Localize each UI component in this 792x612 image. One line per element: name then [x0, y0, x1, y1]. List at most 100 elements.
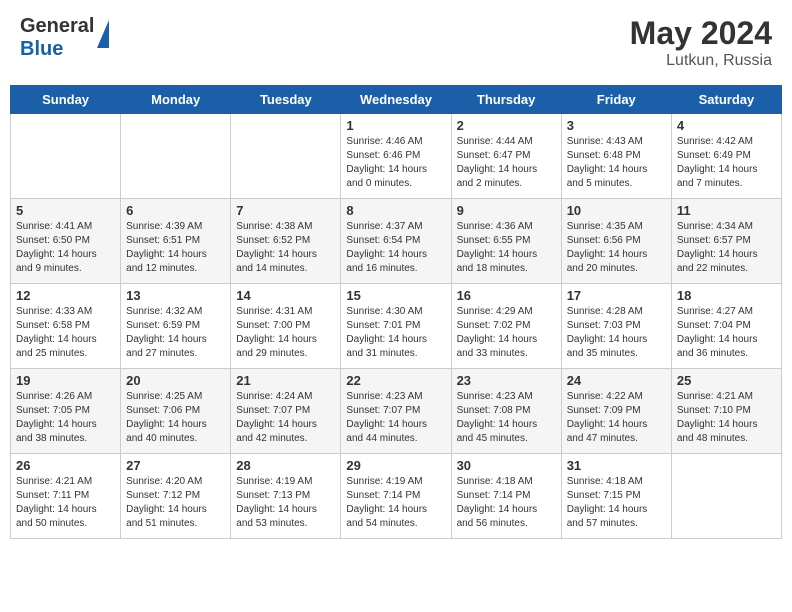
calendar-cell: 2Sunrise: 4:44 AM Sunset: 6:47 PM Daylig…: [451, 114, 561, 199]
day-info: Sunrise: 4:18 AM Sunset: 7:14 PM Dayligh…: [457, 475, 556, 531]
calendar-cell: 13Sunrise: 4:32 AM Sunset: 6:59 PM Dayli…: [121, 284, 231, 369]
calendar-cell: 9 Sunrise: 4:36 AM Sunset: 6:55 PM Daylig…: [451, 199, 561, 284]
calendar-cell: 15 Sunrise: 4:30 AM Sunset: 7:01 PM Dayli…: [341, 284, 451, 369]
day-info: Sunrise: 4:22 AM Sunset: 7:09 PM Dayligh…: [567, 390, 666, 446]
calendar-cell: [11, 114, 121, 199]
day-info: Sunrise: 4:43 AM Sunset: 6:48 PM Dayligh…: [567, 135, 666, 191]
logo-general: General: [20, 15, 94, 37]
calendar-cell: 25 Sunrise: 4:21 AM Sunset: 7:10 PM Dayli…: [671, 369, 781, 454]
logo: General Blue: [20, 15, 109, 61]
day-info: Sunrise: 4:23 AM Sunset: 7:08 PM Dayligh…: [457, 390, 556, 446]
day-number: 7: [236, 203, 335, 218]
day-number: 8: [346, 203, 445, 218]
day-info: Sunrise: 4:34 AM Sunset: 6:57 PM Dayligh…: [677, 220, 776, 276]
calendar-cell: 31 Sunrise: 4:18 AM Sunset: 7:15 PM Dayli…: [561, 454, 671, 539]
day-number: 17: [567, 288, 666, 303]
header-day: Sunday: [11, 86, 121, 114]
day-number: 18: [677, 288, 776, 303]
day-number: 1: [346, 118, 445, 133]
day-number: 16: [457, 288, 556, 303]
calendar-cell: 19 Sunrise: 4:26 AM Sunset: 7:05 PM Dayli…: [11, 369, 121, 454]
day-info: Sunrise: 4:26 AM Sunset: 7:05 PM Dayligh…: [16, 390, 115, 446]
calendar-cell: 16 Sunrise: 4:29 AM Sunset: 7:02 PM Dayli…: [451, 284, 561, 369]
day-number: 23: [457, 373, 556, 388]
page-header: General Blue May 2024 Lutkun, Russia: [10, 10, 782, 75]
week-row: 12Sunrise: 4:33 AM Sunset: 6:58 PM Dayli…: [11, 284, 782, 369]
day-number: 10: [567, 203, 666, 218]
day-number: 11: [677, 203, 776, 218]
day-number: 15: [346, 288, 445, 303]
day-info: Sunrise: 4:25 AM Sunset: 7:06 PM Dayligh…: [126, 390, 225, 446]
day-number: 20: [126, 373, 225, 388]
calendar-cell: 30 Sunrise: 4:18 AM Sunset: 7:14 PM Dayli…: [451, 454, 561, 539]
day-info: Sunrise: 4:42 AM Sunset: 6:49 PM Dayligh…: [677, 135, 776, 191]
calendar-cell: 28 Sunrise: 4:19 AM Sunset: 7:13 PM Dayli…: [231, 454, 341, 539]
header-day: Thursday: [451, 86, 561, 114]
calendar-cell: 22 Sunrise: 4:23 AM Sunset: 7:07 PM Dayli…: [341, 369, 451, 454]
calendar-cell: 24 Sunrise: 4:22 AM Sunset: 7:09 PM Dayli…: [561, 369, 671, 454]
day-number: 6: [126, 203, 225, 218]
day-info: Sunrise: 4:27 AM Sunset: 7:04 PM Dayligh…: [677, 305, 776, 361]
day-number: 4: [677, 118, 776, 133]
day-number: 13: [126, 288, 225, 303]
week-row: 1Sunrise: 4:46 AM Sunset: 6:46 PM Daylig…: [11, 114, 782, 199]
day-info: Sunrise: 4:19 AM Sunset: 7:13 PM Dayligh…: [236, 475, 335, 531]
calendar-cell: [121, 114, 231, 199]
month-year: May 2024: [630, 15, 772, 52]
day-info: Sunrise: 4:41 AM Sunset: 6:50 PM Dayligh…: [16, 220, 115, 276]
day-number: 5: [16, 203, 115, 218]
week-row: 5 Sunrise: 4:41 AM Sunset: 6:50 PM Daylig…: [11, 199, 782, 284]
calendar-cell: 26 Sunrise: 4:21 AM Sunset: 7:11 PM Dayli…: [11, 454, 121, 539]
day-number: 26: [16, 458, 115, 473]
header-day: Friday: [561, 86, 671, 114]
day-info: Sunrise: 4:31 AM Sunset: 7:00 PM Dayligh…: [236, 305, 335, 361]
day-info: Sunrise: 4:36 AM Sunset: 6:55 PM Dayligh…: [457, 220, 556, 276]
day-info: Sunrise: 4:30 AM Sunset: 7:01 PM Dayligh…: [346, 305, 445, 361]
location: Lutkun, Russia: [630, 52, 772, 70]
calendar-cell: 12Sunrise: 4:33 AM Sunset: 6:58 PM Dayli…: [11, 284, 121, 369]
calendar-cell: 29Sunrise: 4:19 AM Sunset: 7:14 PM Dayli…: [341, 454, 451, 539]
calendar-cell: 5 Sunrise: 4:41 AM Sunset: 6:50 PM Daylig…: [11, 199, 121, 284]
day-info: Sunrise: 4:38 AM Sunset: 6:52 PM Dayligh…: [236, 220, 335, 276]
day-info: Sunrise: 4:35 AM Sunset: 6:56 PM Dayligh…: [567, 220, 666, 276]
day-number: 2: [457, 118, 556, 133]
day-number: 14: [236, 288, 335, 303]
day-info: Sunrise: 4:18 AM Sunset: 7:15 PM Dayligh…: [567, 475, 666, 531]
day-number: 28: [236, 458, 335, 473]
calendar-cell: 17Sunrise: 4:28 AM Sunset: 7:03 PM Dayli…: [561, 284, 671, 369]
day-number: 21: [236, 373, 335, 388]
header-day: Tuesday: [231, 86, 341, 114]
day-info: Sunrise: 4:39 AM Sunset: 6:51 PM Dayligh…: [126, 220, 225, 276]
day-number: 27: [126, 458, 225, 473]
day-info: Sunrise: 4:33 AM Sunset: 6:58 PM Dayligh…: [16, 305, 115, 361]
day-number: 19: [16, 373, 115, 388]
calendar-cell: 7 Sunrise: 4:38 AM Sunset: 6:52 PM Daylig…: [231, 199, 341, 284]
day-number: 29: [346, 458, 445, 473]
calendar-cell: 23 Sunrise: 4:23 AM Sunset: 7:08 PM Dayli…: [451, 369, 561, 454]
calendar-cell: 18 Sunrise: 4:27 AM Sunset: 7:04 PM Dayli…: [671, 284, 781, 369]
calendar-cell: 27Sunrise: 4:20 AM Sunset: 7:12 PM Dayli…: [121, 454, 231, 539]
day-number: 25: [677, 373, 776, 388]
calendar-cell: 6 Sunrise: 4:39 AM Sunset: 6:51 PM Daylig…: [121, 199, 231, 284]
header-day: Monday: [121, 86, 231, 114]
day-info: Sunrise: 4:21 AM Sunset: 7:11 PM Dayligh…: [16, 475, 115, 531]
day-number: 24: [567, 373, 666, 388]
calendar-cell: 11 Sunrise: 4:34 AM Sunset: 6:57 PM Dayli…: [671, 199, 781, 284]
calendar-cell: 3 Sunrise: 4:43 AM Sunset: 6:48 PM Daylig…: [561, 114, 671, 199]
calendar-table: SundayMondayTuesdayWednesdayThursdayFrid…: [10, 85, 782, 539]
day-info: Sunrise: 4:21 AM Sunset: 7:10 PM Dayligh…: [677, 390, 776, 446]
logo-blue: Blue: [20, 38, 63, 60]
title-block: May 2024 Lutkun, Russia: [630, 15, 772, 70]
day-info: Sunrise: 4:23 AM Sunset: 7:07 PM Dayligh…: [346, 390, 445, 446]
day-info: Sunrise: 4:29 AM Sunset: 7:02 PM Dayligh…: [457, 305, 556, 361]
calendar-header: SundayMondayTuesdayWednesdayThursdayFrid…: [11, 86, 782, 114]
header-row: SundayMondayTuesdayWednesdayThursdayFrid…: [11, 86, 782, 114]
day-number: 3: [567, 118, 666, 133]
day-number: 30: [457, 458, 556, 473]
week-row: 26 Sunrise: 4:21 AM Sunset: 7:11 PM Dayli…: [11, 454, 782, 539]
day-number: 31: [567, 458, 666, 473]
day-number: 9: [457, 203, 556, 218]
day-number: 22: [346, 373, 445, 388]
calendar-cell: 21 Sunrise: 4:24 AM Sunset: 7:07 PM Dayli…: [231, 369, 341, 454]
day-info: Sunrise: 4:24 AM Sunset: 7:07 PM Dayligh…: [236, 390, 335, 446]
